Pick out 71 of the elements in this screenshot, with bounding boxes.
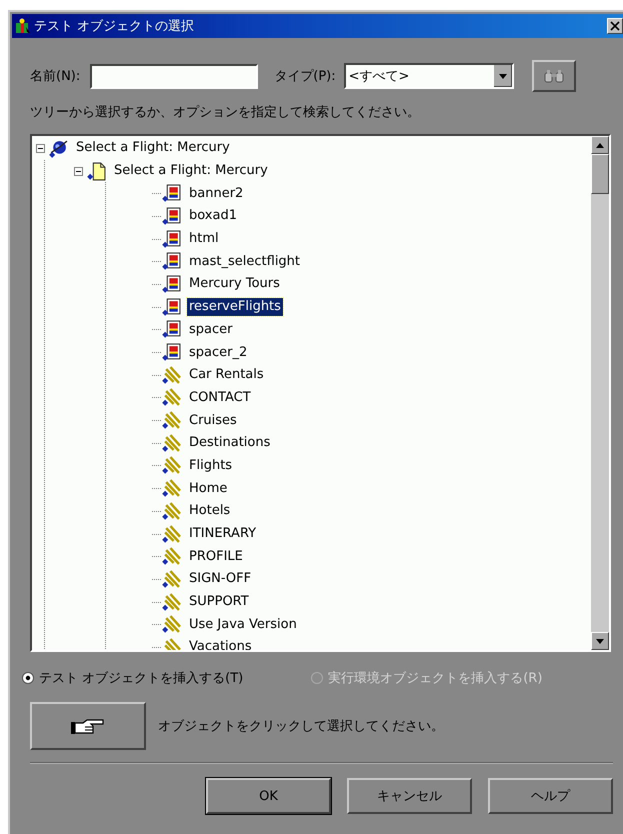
tree-item[interactable]: Car Rentals	[187, 366, 266, 384]
close-button[interactable]	[607, 18, 623, 34]
dialog-button[interactable]: OK	[206, 778, 331, 814]
collapse-toggle[interactable]	[74, 166, 83, 176]
tree-item[interactable]: CONTACT	[187, 388, 253, 407]
option-label: 実行環境オブジェクトを挿入する(R)	[328, 670, 542, 687]
scroll-up-icon	[596, 142, 604, 148]
image-icon	[162, 184, 181, 204]
find-button[interactable]	[532, 60, 576, 92]
tree-item[interactable]: Mercury Tours	[187, 275, 282, 294]
document-icon	[87, 162, 106, 181]
tree-item[interactable]: ITINERARY	[187, 525, 258, 544]
image-icon	[162, 320, 181, 340]
close-icon	[610, 21, 620, 31]
window-title: テスト オブジェクトの選択	[34, 18, 196, 35]
binoculars-icon	[544, 69, 564, 83]
chain-link-icon	[162, 570, 181, 589]
dropdown-arrow-icon	[498, 74, 507, 78]
type-label: タイプ(P):	[274, 68, 336, 85]
instruction-text: ツリーから選択するか、オプションを指定して検索してください。	[30, 104, 421, 122]
name-field[interactable]	[90, 64, 258, 88]
globe-icon	[49, 138, 68, 158]
tree-item[interactable]: html	[187, 230, 221, 248]
tree-item[interactable]: Home	[187, 480, 230, 498]
tree-item[interactable]: Use Java Version	[187, 616, 299, 634]
tree-item[interactable]: mast_selectflight	[187, 252, 302, 271]
tree-item[interactable]: PROFILE	[187, 548, 245, 566]
tree-item[interactable]: banner2	[187, 184, 246, 203]
scrollbar[interactable]	[591, 136, 609, 650]
pointer-instruction: オブジェクトをクリックして選択してください。	[158, 718, 444, 735]
gift-box-icon	[15, 18, 31, 34]
tree-item[interactable]: boxad1	[187, 207, 239, 226]
tree-item[interactable]: spacer	[187, 320, 234, 339]
scroll-thumb[interactable]	[591, 154, 609, 194]
chain-link-icon	[162, 388, 181, 408]
tree-item[interactable]: Select a Flight: Mercury	[74, 139, 232, 158]
tree-item[interactable]: Select a Flight: Mercury	[112, 162, 270, 180]
dialog-button[interactable]: キャンセル	[347, 778, 472, 814]
type-dropdown[interactable]: <すべて>	[344, 63, 514, 89]
image-icon	[162, 252, 181, 272]
dialog-button[interactable]: ヘルプ	[488, 778, 613, 814]
tree-item[interactable]: SUPPORT	[187, 593, 251, 612]
name-label: 名前(N):	[30, 68, 80, 85]
tree-item[interactable]: spacer_2	[187, 344, 250, 362]
tree-item[interactable]: SIGN-OFF	[187, 570, 254, 588]
tree-item[interactable]: Destinations	[187, 434, 272, 452]
chain-link-icon	[162, 524, 181, 544]
option-label: テスト オブジェクトを挿入する(T)	[39, 670, 244, 687]
pointer-button[interactable]	[30, 702, 146, 750]
chain-link-icon	[162, 411, 181, 430]
scroll-down-icon	[596, 638, 604, 644]
tree-item[interactable]: Flights	[187, 456, 234, 475]
chain-link-icon	[162, 592, 181, 612]
chain-link-icon	[162, 547, 181, 566]
tree-item[interactable]: reserveFlights	[187, 298, 283, 316]
chain-link-icon	[162, 366, 181, 385]
chain-link-icon	[162, 502, 181, 521]
collapse-toggle[interactable]	[36, 144, 45, 153]
radio-button[interactable]	[22, 672, 34, 684]
chain-link-icon	[162, 615, 181, 634]
image-icon	[162, 298, 181, 317]
tree-item[interactable]: Hotels	[187, 502, 232, 520]
image-icon	[162, 274, 181, 294]
chain-link-icon	[162, 434, 181, 453]
pointing-hand-icon	[71, 717, 105, 735]
image-icon	[162, 206, 181, 226]
chain-link-icon	[162, 479, 181, 498]
chain-link-icon	[162, 456, 181, 476]
image-icon	[162, 343, 181, 362]
tree-item[interactable]: Cruises	[187, 412, 239, 430]
image-icon	[162, 230, 181, 249]
